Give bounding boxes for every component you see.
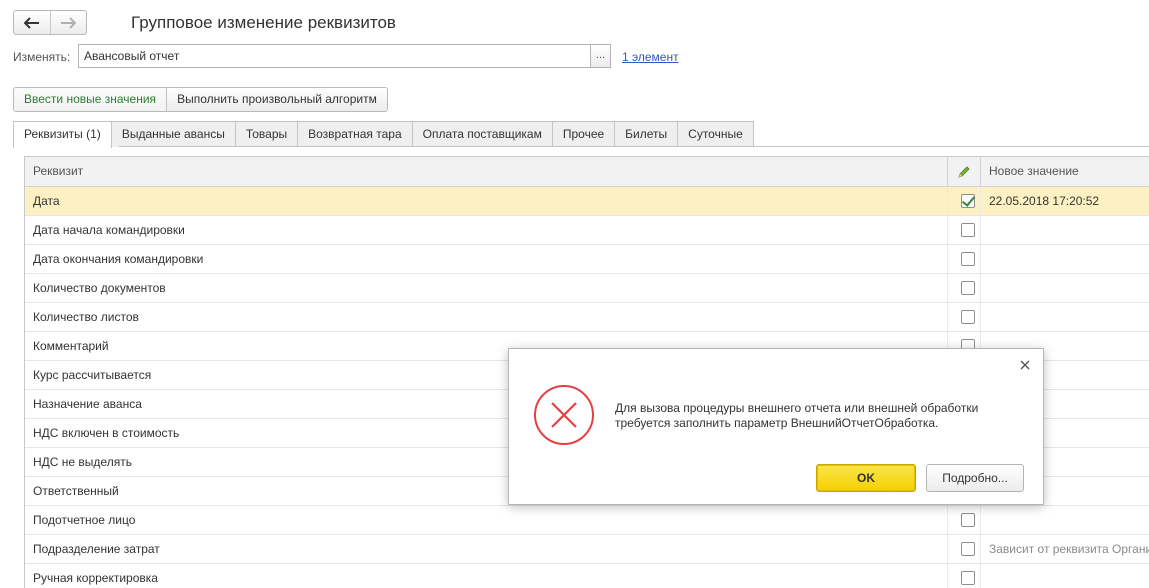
row-attribute-name: Подразделение затрат	[33, 542, 160, 556]
page-title: Групповое изменение реквизитов	[131, 13, 396, 32]
error-x-icon	[534, 385, 594, 445]
error-message-line-2: требуется заполнить параметр ВнешнийОтче…	[615, 416, 939, 430]
close-icon[interactable]	[1017, 357, 1033, 373]
table-row[interactable]: Дата начала командировки	[25, 216, 1149, 245]
row-new-value[interactable]	[980, 303, 1149, 331]
row-change-cell	[947, 564, 980, 588]
table-row[interactable]: Количество листов	[25, 303, 1149, 332]
tab-tickets[interactable]: Билеты	[615, 121, 679, 147]
row-attribute-name: Количество документов	[33, 281, 166, 295]
select-object-button[interactable]: ...	[590, 44, 611, 68]
tab-issued-advances[interactable]: Выданные авансы	[111, 121, 236, 147]
back-button[interactable]	[14, 11, 50, 34]
row-attribute-name: Дата окончания командировки	[33, 252, 204, 266]
ok-button[interactable]: OK	[816, 464, 916, 492]
row-change-checkbox[interactable]	[961, 571, 975, 585]
error-message: Для вызова процедуры внешнего отчета или…	[615, 401, 1025, 431]
table-row[interactable]: Дата окончания командировки	[25, 245, 1149, 274]
row-attribute-name: Количество листов	[33, 310, 139, 324]
row-change-cell	[947, 245, 980, 273]
error-dialog: Для вызова процедуры внешнего отчета или…	[508, 348, 1044, 505]
tab-underline	[119, 146, 1149, 147]
navigation-buttons	[13, 10, 87, 35]
run-algorithm-button[interactable]: Выполнить произвольный алгоритм	[166, 88, 387, 111]
enter-new-values-button[interactable]: Ввести новые значения	[14, 88, 167, 111]
header-edit[interactable]	[947, 157, 980, 186]
table-header: Реквизит Новое значение	[25, 157, 1149, 187]
tab-other[interactable]: Прочее	[552, 121, 616, 147]
details-button[interactable]: Подробно...	[926, 464, 1024, 492]
row-new-value[interactable]	[980, 564, 1149, 588]
row-change-checkbox[interactable]	[961, 223, 975, 237]
table-row[interactable]: Подразделение затрат Зависит от реквизита…	[25, 535, 1149, 564]
row-change-checkbox[interactable]	[961, 252, 975, 266]
row-change-checkbox[interactable]	[961, 542, 975, 556]
forward-button[interactable]	[49, 11, 87, 34]
row-attribute-name: Ручная корректировка	[33, 571, 158, 585]
tab-per-diem[interactable]: Суточные	[678, 121, 754, 147]
row-change-checkbox[interactable]	[961, 513, 975, 527]
command-bar: Ввести новые значения Выполнить произвол…	[13, 87, 388, 112]
table-row[interactable]: Количество документов	[25, 274, 1149, 303]
row-new-value[interactable]	[980, 274, 1149, 302]
table-row[interactable]: Ручная корректировка	[25, 564, 1149, 588]
table-row[interactable]: Дата 22.05.2018 17:20:52	[25, 187, 1149, 216]
row-new-value[interactable]	[980, 245, 1149, 273]
table-row[interactable]: Подотчетное лицо	[25, 506, 1149, 535]
row-change-cell	[947, 506, 980, 534]
error-message-line-1: Для вызова процедуры внешнего отчета или…	[615, 401, 979, 415]
header-new-value[interactable]: Новое значение	[980, 157, 1149, 186]
row-change-cell	[947, 187, 980, 215]
row-change-cell	[947, 274, 980, 302]
row-change-checkbox[interactable]	[961, 281, 975, 295]
row-change-cell	[947, 535, 980, 563]
pencil-icon	[958, 165, 970, 178]
row-new-value[interactable]: 22.05.2018 17:20:52	[980, 187, 1149, 215]
header-attribute[interactable]: Реквизит	[25, 157, 947, 186]
arrow-right-icon	[61, 16, 77, 29]
row-change-cell	[947, 303, 980, 331]
row-change-checkbox[interactable]	[961, 194, 975, 208]
row-change-cell	[947, 216, 980, 244]
arrow-left-icon	[23, 16, 39, 29]
change-object-input[interactable]: Авансовый отчет	[78, 44, 590, 68]
row-new-value[interactable]	[980, 216, 1149, 244]
row-attribute-name: Дата	[33, 194, 60, 208]
row-new-value[interactable]: Зависит от реквизита Организация	[980, 535, 1149, 563]
row-new-value[interactable]	[980, 506, 1149, 534]
elements-link[interactable]: 1 элемент	[622, 50, 679, 64]
row-attribute-name: Дата начала командировки	[33, 223, 185, 237]
tab-returnable-packaging[interactable]: Возвратная тара	[298, 121, 413, 147]
row-attribute-name: Подотчетное лицо	[33, 513, 136, 527]
tab-supplier-payments[interactable]: Оплата поставщикам	[412, 121, 553, 147]
row-change-checkbox[interactable]	[961, 310, 975, 324]
tab-bar: Реквизиты (1) Выданные авансы Товары Воз…	[13, 121, 754, 148]
tab-attributes[interactable]: Реквизиты (1)	[13, 121, 112, 148]
tab-goods[interactable]: Товары	[235, 121, 299, 147]
change-field-label: Изменять:	[13, 50, 71, 64]
